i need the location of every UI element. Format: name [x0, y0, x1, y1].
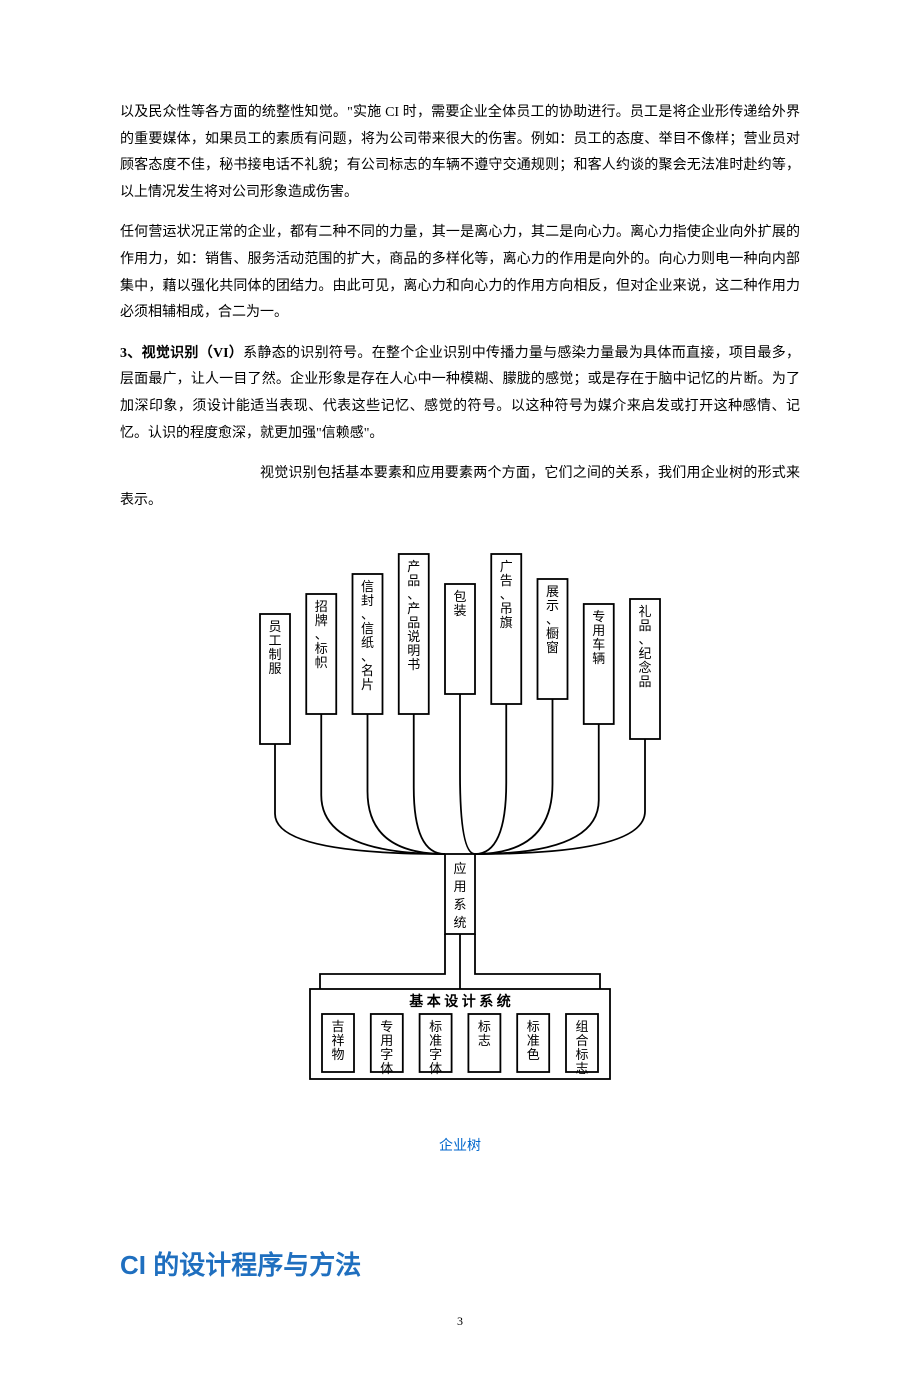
svg-text:品: 品 [638, 618, 651, 633]
svg-text:礼: 礼 [638, 604, 651, 619]
svg-text:用: 用 [453, 879, 466, 894]
svg-text:、: 、 [315, 627, 328, 642]
svg-text:、: 、 [361, 649, 374, 664]
svg-text:说: 说 [407, 629, 420, 644]
svg-text:品: 品 [407, 573, 420, 588]
svg-text:念: 念 [638, 660, 651, 675]
svg-text:产: 产 [407, 601, 420, 616]
svg-text:字: 字 [380, 1047, 393, 1062]
paragraph-3-tail: 视觉识别包括基本要素和应用要素两个方面，它们之间的关系，我们用企业树的形式来表示… [120, 461, 800, 514]
svg-text:旗: 旗 [500, 615, 513, 630]
enterprise-tree-diagram: 员工制服招牌、标帜信封、信纸、名片产品、产品说明书包装广告、吊旗展示、橱窗专用车… [120, 544, 800, 1104]
svg-text:用: 用 [380, 1033, 393, 1048]
svg-text:色: 色 [527, 1047, 540, 1062]
svg-text:封: 封 [361, 593, 374, 608]
svg-text:标: 标 [429, 1019, 442, 1034]
svg-text:准: 准 [527, 1033, 540, 1048]
paragraph-1: 以及民众性等各方面的统整性知觉。"实施 CI 时，需要企业全体员工的协助进行。员… [120, 100, 800, 206]
svg-text:车: 车 [592, 637, 605, 652]
svg-text:、: 、 [500, 587, 513, 602]
diagram-caption: 企业树 [120, 1134, 800, 1161]
svg-text:辆: 辆 [592, 651, 605, 666]
svg-text:窗: 窗 [546, 640, 559, 655]
svg-text:示: 示 [546, 598, 559, 613]
svg-text:、: 、 [546, 612, 559, 627]
svg-text:帜: 帜 [315, 655, 328, 670]
svg-text:装: 装 [453, 603, 466, 618]
svg-text:志: 志 [478, 1033, 491, 1048]
svg-text:名: 名 [361, 663, 374, 678]
svg-text:体: 体 [429, 1061, 442, 1076]
svg-text:标: 标 [478, 1019, 491, 1034]
svg-text:组: 组 [575, 1019, 588, 1034]
svg-text:标: 标 [315, 641, 328, 656]
svg-text:制: 制 [268, 647, 281, 662]
tree-svg: 员工制服招牌、标帜信封、信纸、名片产品、产品说明书包装广告、吊旗展示、橱窗专用车… [240, 544, 680, 1104]
svg-text:祥: 祥 [331, 1033, 344, 1048]
svg-text:品: 品 [407, 615, 420, 630]
svg-text:、: 、 [638, 632, 651, 647]
paragraph-3: 3、视觉识别（VI）系静态的识别符号。在整个企业识别中传播力量与感染力量最为具体… [120, 341, 800, 447]
svg-text:合: 合 [575, 1033, 588, 1048]
svg-text:书: 书 [407, 657, 420, 672]
svg-text:招: 招 [315, 599, 328, 614]
svg-text:员: 员 [268, 619, 281, 634]
svg-text:包: 包 [453, 589, 466, 604]
svg-text:物: 物 [331, 1047, 344, 1062]
svg-text:基 本 设 计 系 统: 基 本 设 计 系 统 [409, 993, 511, 1010]
svg-text:系: 系 [453, 897, 466, 912]
svg-text:用: 用 [592, 623, 605, 638]
svg-text:标: 标 [527, 1019, 540, 1034]
svg-text:明: 明 [407, 643, 420, 658]
svg-text:告: 告 [500, 573, 513, 588]
svg-text:准: 准 [429, 1033, 442, 1048]
svg-text:品: 品 [638, 674, 651, 689]
svg-text:纪: 纪 [638, 646, 651, 661]
svg-text:标: 标 [575, 1047, 588, 1062]
svg-text:展: 展 [546, 584, 559, 599]
svg-text:服: 服 [268, 661, 281, 676]
svg-text:广: 广 [500, 559, 513, 574]
svg-text:、: 、 [361, 607, 374, 622]
svg-text:产: 产 [407, 559, 420, 574]
paragraph-3-lead: 3、视觉识别（VI） [120, 346, 243, 361]
page-number: 3 [120, 1310, 800, 1333]
svg-text:吉: 吉 [331, 1019, 344, 1034]
svg-text:片: 片 [361, 677, 374, 692]
svg-text:信: 信 [361, 579, 374, 594]
svg-text:吊: 吊 [500, 601, 513, 616]
svg-text:字: 字 [429, 1047, 442, 1062]
svg-text:信: 信 [361, 621, 374, 636]
svg-text:志: 志 [575, 1061, 588, 1076]
svg-text:统: 统 [453, 915, 466, 930]
section-heading: CI 的设计程序与方法 [120, 1241, 800, 1290]
svg-text:体: 体 [380, 1061, 393, 1076]
svg-text:纸: 纸 [361, 635, 374, 650]
svg-text:工: 工 [268, 633, 281, 648]
svg-text:专: 专 [592, 609, 605, 624]
svg-text:专: 专 [380, 1019, 393, 1034]
svg-text:橱: 橱 [546, 626, 559, 641]
paragraph-2: 任何营运状况正常的企业，都有二种不同的力量，其一是离心力，其二是向心力。离心力指… [120, 220, 800, 326]
svg-text:应: 应 [453, 861, 466, 876]
svg-text:、: 、 [407, 587, 420, 602]
svg-text:牌: 牌 [315, 613, 328, 628]
